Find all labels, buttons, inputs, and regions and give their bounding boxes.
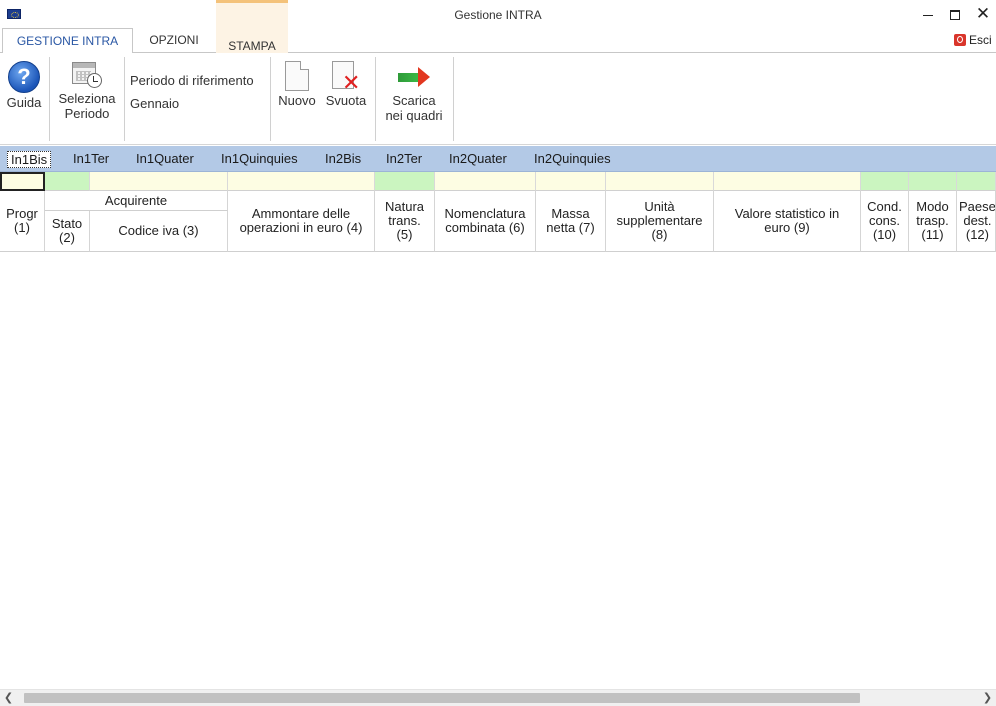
esci-button[interactable]: Esci xyxy=(954,33,992,47)
scarica-label-2: nei quadri xyxy=(385,108,443,123)
periodo-riferimento-label: Periodo di riferimento xyxy=(130,73,254,88)
new-doc-icon xyxy=(285,61,309,91)
horizontal-scrollbar[interactable]: ❮ ❯ xyxy=(0,689,996,706)
col-header-unita: Unità supplementare (8) xyxy=(606,191,714,252)
tab-stampa-label: STAMPA xyxy=(228,39,276,53)
sheet-tab-in2bis[interactable]: In2Bis xyxy=(322,151,364,168)
ribbon-separator xyxy=(124,57,125,141)
input-progr[interactable] xyxy=(0,172,45,191)
guida-label: Guida xyxy=(6,95,42,110)
seleziona-label-2: Periodo xyxy=(64,106,110,121)
input-nomenclatura[interactable] xyxy=(435,172,536,191)
input-natura[interactable] xyxy=(375,172,435,191)
minimize-button[interactable] xyxy=(917,4,939,24)
input-unita[interactable] xyxy=(606,172,714,191)
close-button[interactable]: ✕ xyxy=(972,4,994,24)
ribbon-tabs: GESTIONE INTRA OPZIONI STAMPA Esci xyxy=(0,0,996,54)
delete-doc-icon: ✕ xyxy=(332,61,360,94)
window-title: Gestione INTRA xyxy=(454,8,542,22)
input-modo[interactable] xyxy=(909,172,957,191)
col-header-stato: Stato (2) xyxy=(45,211,90,252)
scrollbar-thumb[interactable] xyxy=(24,693,860,703)
input-codice-iva[interactable] xyxy=(90,172,228,191)
svuota-label: Svuota xyxy=(325,93,367,108)
col-header-nomenclatura: Nomenclatura combinata (6) xyxy=(435,191,536,252)
tab-opzioni[interactable]: OPZIONI xyxy=(137,28,211,53)
col-header-progr: Progr (1) xyxy=(0,191,45,252)
col-header-modo: Modo trasp. (11) xyxy=(909,191,957,252)
scarica-label-1: Scarica xyxy=(392,93,436,108)
sheet-tab-in1bis[interactable]: In1Bis xyxy=(7,151,52,168)
ribbon-separator xyxy=(453,57,454,141)
help-icon: ? xyxy=(8,61,40,93)
sheet-tab-in1quater[interactable]: In1Quater xyxy=(133,151,197,168)
seleziona-periodo-button[interactable]: Seleziona Periodo xyxy=(54,59,120,121)
ribbon-separator xyxy=(270,57,271,141)
sheet-tab-in2quinquies[interactable]: In2Quinquies xyxy=(531,151,614,168)
col-header-valore: Valore statistico in euro (9) xyxy=(714,191,861,252)
seleziona-label-1: Seleziona xyxy=(58,91,116,106)
col-header-cond: Cond. cons. (10) xyxy=(861,191,909,252)
sheet-tab-in2quater[interactable]: In2Quater xyxy=(446,151,510,168)
input-massa[interactable] xyxy=(536,172,606,191)
minimize-icon xyxy=(923,14,933,16)
scroll-left-icon[interactable]: ❮ xyxy=(0,690,17,706)
ribbon-separator xyxy=(49,57,50,141)
scroll-right-icon[interactable]: ❯ xyxy=(979,690,996,706)
title-bar: Gestione INTRA ✕ xyxy=(0,0,996,30)
esci-label: Esci xyxy=(969,33,992,47)
sheet-tab-in1ter[interactable]: In1Ter xyxy=(70,151,112,168)
col-header-natura: Natura trans. (5) xyxy=(375,191,435,252)
download-arrow-icon xyxy=(396,67,432,87)
exit-icon xyxy=(954,34,966,46)
periodo-riferimento-value: Gennaio xyxy=(130,96,180,111)
input-row xyxy=(0,172,996,191)
ribbon: ? Guida Seleziona Periodo Periodo di rif… xyxy=(0,53,996,145)
col-group-acquirente: Acquirente xyxy=(45,191,228,211)
guida-button[interactable]: ? Guida xyxy=(4,61,44,110)
tab-gestione-intra[interactable]: GESTIONE INTRA xyxy=(2,28,133,54)
input-valore[interactable] xyxy=(714,172,861,191)
input-ammontare[interactable] xyxy=(228,172,375,191)
col-header-ammontare: Ammontare delle operazioni in euro (4) xyxy=(228,191,375,252)
col-header-massa: Massa netta (7) xyxy=(536,191,606,252)
maximize-button[interactable] xyxy=(944,4,966,24)
ribbon-separator xyxy=(375,57,376,141)
tab-stampa[interactable]: STAMPA xyxy=(216,0,288,53)
col-header-paese: Paese dest. (12) xyxy=(957,191,996,252)
svuota-button[interactable]: ✕ Svuota xyxy=(322,61,370,108)
sheet-tab-in2ter[interactable]: In2Ter xyxy=(383,151,425,168)
scarica-nei-quadri-button[interactable]: Scarica nei quadri xyxy=(380,67,448,123)
sheet-tabs-bar: In1Bis In1Ter In1Quater In1Quinquies In2… xyxy=(0,146,996,172)
nuovo-label: Nuovo xyxy=(278,93,316,108)
nuovo-button[interactable]: Nuovo xyxy=(276,61,318,108)
input-paese[interactable] xyxy=(957,172,996,191)
input-stato[interactable] xyxy=(45,172,90,191)
input-cond[interactable] xyxy=(861,172,909,191)
sheet-tab-in1quinquies[interactable]: In1Quinquies xyxy=(218,151,301,168)
maximize-icon xyxy=(950,10,960,21)
calendar-icon xyxy=(72,59,102,89)
col-header-codice-iva: Codice iva (3) xyxy=(90,211,228,252)
